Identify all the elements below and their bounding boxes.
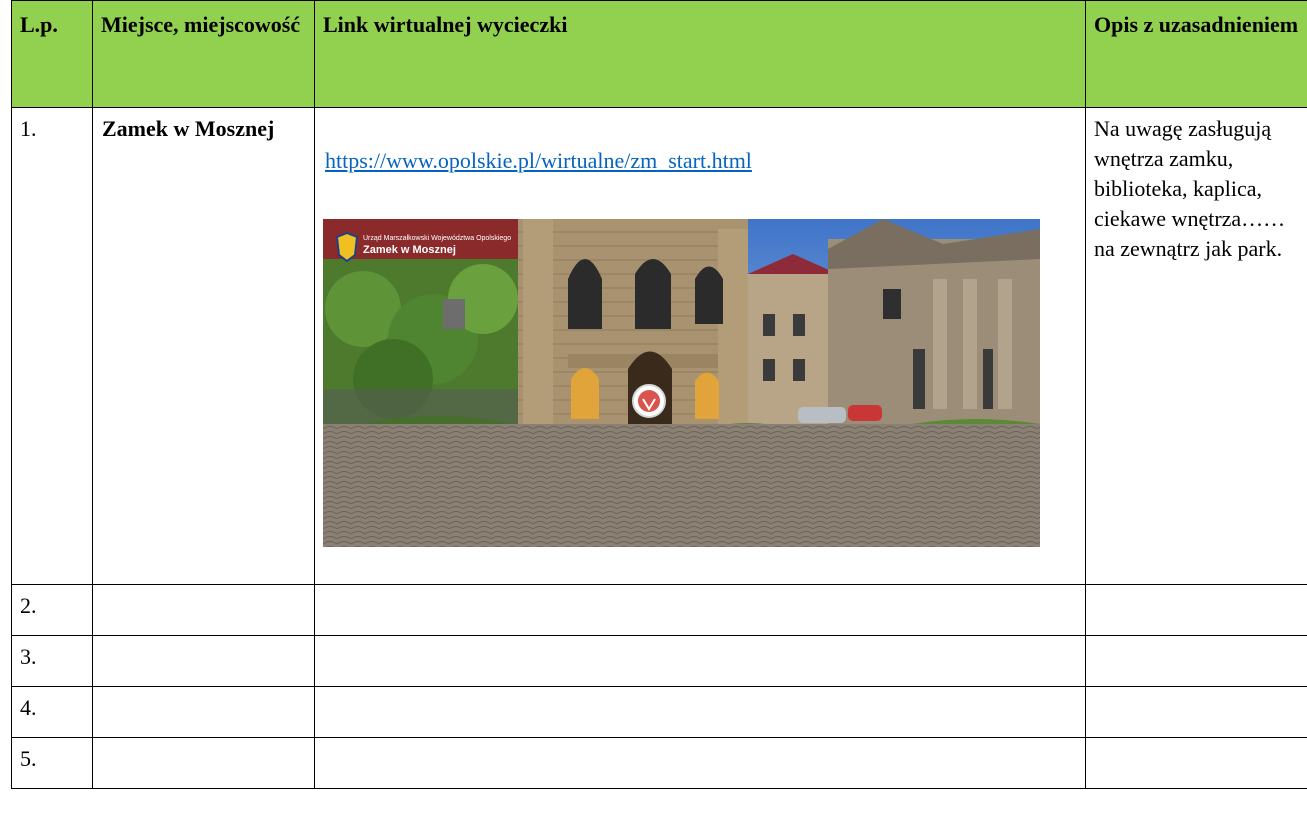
header-description: Opis z uzasadnieniem — [1085, 0, 1307, 108]
link-cell[interactable] — [314, 584, 1086, 636]
place-cell[interactable] — [92, 635, 315, 687]
description-cell[interactable] — [1085, 737, 1307, 789]
description-cell[interactable] — [1085, 635, 1307, 687]
row-number: 5. — [11, 737, 93, 789]
place-name: Zamek w Mosznej — [102, 116, 275, 141]
link-cell[interactable] — [314, 686, 1086, 738]
place-cell[interactable] — [92, 584, 315, 636]
table-row: 1. Zamek w Mosznej https://www.opolskie.… — [11, 107, 1307, 585]
header-lp: L.p. — [11, 0, 93, 108]
table-row: 2. — [11, 584, 1307, 636]
place-cell[interactable] — [92, 737, 315, 789]
description-cell[interactable] — [1085, 584, 1307, 636]
link-cell[interactable] — [314, 635, 1086, 687]
header-row: L.p. Miejsce, miejscowość Link wirtualne… — [11, 0, 1307, 108]
row-number: 3. — [11, 635, 93, 687]
table-row: 5. — [11, 737, 1307, 789]
overlay-title: Zamek w Mosznej — [363, 244, 456, 256]
description-cell[interactable] — [1085, 686, 1307, 738]
header-place: Miejsce, miejscowość — [92, 0, 315, 108]
link-cell[interactable] — [314, 737, 1086, 789]
table-row: 4. — [11, 686, 1307, 738]
overlay-subtitle: Urząd Marszałkowski Województwa Opolskie… — [363, 235, 511, 242]
place-cell: Zamek w Mosznej — [92, 107, 315, 585]
tours-table: L.p. Miejsce, miejscowość Link wirtualne… — [11, 0, 1307, 789]
table-row: 3. — [11, 635, 1307, 687]
description-cell: Na uwagę zasługują wnętrza zamku, biblio… — [1085, 107, 1307, 585]
header-link: Link wirtualnej wycieczki — [314, 0, 1086, 108]
description-text: Na uwagę zasługują wnętrza zamku, biblio… — [1094, 116, 1286, 261]
link-cell: https://www.opolskie.pl/wirtualne/zm_sta… — [314, 107, 1086, 585]
place-cell[interactable] — [92, 686, 315, 738]
castle-panorama-image: Urząd Marszałkowski Województwa Opolskie… — [323, 219, 1040, 547]
row-number: 2. — [11, 584, 93, 636]
castle-photo[interactable]: Urząd Marszałkowski Województwa Opolskie… — [323, 219, 1040, 547]
row-number: 4. — [11, 686, 93, 738]
row-number: 1. — [11, 107, 93, 585]
virtual-tour-link[interactable]: https://www.opolskie.pl/wirtualne/zm_sta… — [325, 146, 752, 176]
